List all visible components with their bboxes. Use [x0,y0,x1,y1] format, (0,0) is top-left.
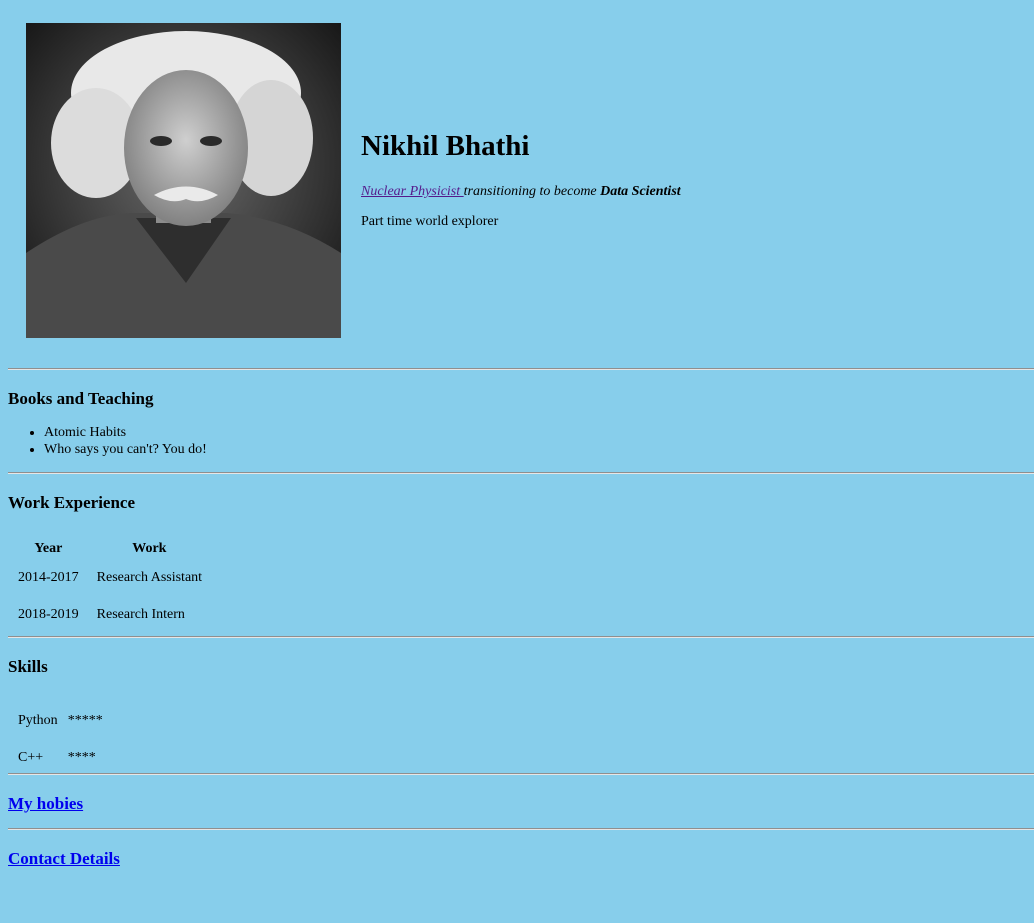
work-table: Year Work 2014-2017 Research Assistant 2… [8,537,212,634]
table-cell: 2014-2017 [18,569,79,585]
table-header-row: Year Work [10,539,210,558]
divider [8,636,1034,638]
profile-header: Nikhil Bhathi Nuclear Physicist transiti… [26,23,681,338]
table-cell: Python [18,712,58,728]
list-item: Who says you can't? You do! [44,441,207,458]
profile-photo [26,23,341,338]
work-heading: Work Experience [8,493,136,512]
table-cell: C++ [18,749,44,765]
tagline: Nuclear Physicist transitioning to becom… [361,184,681,200]
explorer-text: Part time world explorer [361,214,499,230]
table-row: 2018-2019 Research Intern [10,597,210,632]
skills-heading: Skills [8,657,48,676]
divider [8,472,1034,474]
contact-details-link[interactable]: Contact Details [8,849,120,868]
table-row: 2014-2017 Research Assistant [10,560,210,595]
table-row: C++ **** [10,740,111,775]
table-cell: Research Assistant [96,569,203,585]
page-title: Nikhil Bhathi [361,129,530,162]
table-cell: Research Intern [96,606,185,622]
portrait-image [26,23,341,338]
table-cell: **** [67,749,96,765]
contact-heading: Contact Details [8,849,120,869]
table-cell: ***** [67,712,103,728]
table-row: Python ***** [10,703,111,738]
divider [8,828,1034,830]
intro-block: Nikhil Bhathi Nuclear Physicist transiti… [361,129,681,231]
divider [8,773,1034,775]
books-heading: Books and Teaching [8,389,154,408]
column-header-year: Year [34,540,63,556]
hobbies-link[interactable]: My hobies [8,794,83,813]
divider [8,368,1034,370]
skills-table: Python ***** C++ **** [8,701,113,777]
books-list: Atomic Habits Who says you can't? You do… [8,424,207,458]
transition-text: transitioning to become [463,184,601,200]
table-cell: 2018-2019 [18,606,79,622]
list-item: Atomic Habits [44,424,207,441]
column-header-work: Work [132,540,167,556]
hobbies-heading: My hobies [8,794,83,814]
nuclear-physicist-link[interactable]: Nuclear Physicist [361,184,464,199]
target-role: Data Scientist [600,184,681,200]
